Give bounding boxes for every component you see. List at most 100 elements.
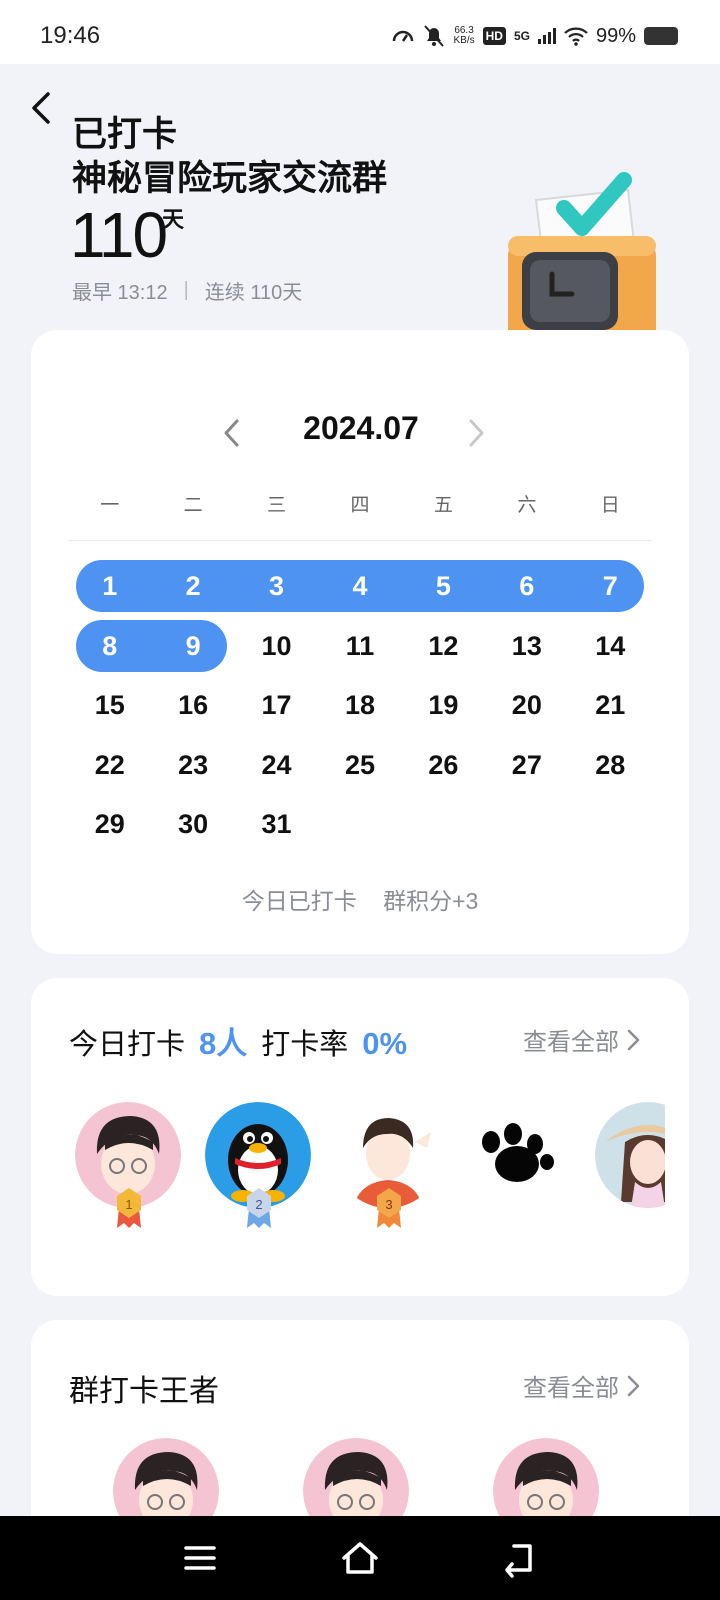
calendar-empty-cell <box>402 798 485 858</box>
calendar-divider <box>68 540 652 541</box>
weekday-label: 四 <box>350 495 370 516</box>
calendar-day[interactable]: 30 <box>151 798 234 858</box>
rank-medal-bronze-icon: 3 <box>377 1188 401 1228</box>
calendar-week-row: 1234567 <box>68 560 652 620</box>
group-points: 群积分+3 <box>383 888 479 914</box>
sub-info-separator: | <box>183 279 189 301</box>
calendar-day[interactable]: 7 <box>569 560 652 620</box>
member-avatar-item[interactable] <box>595 1102 665 1232</box>
avatar <box>595 1102 665 1208</box>
signal-bars-icon <box>537 28 556 44</box>
weekday-label: 一 <box>100 495 120 516</box>
earliest-time: 最早 13:12 <box>72 282 168 304</box>
calendar-day[interactable]: 22 <box>68 739 151 799</box>
calendar-week-row: 8 9 10 11 12 13 14 <box>68 619 652 680</box>
calendar-day[interactable]: 9 <box>151 620 234 680</box>
checkin-rate-label: 打卡率 <box>261 1029 349 1061</box>
calendar-day[interactable]: 20 <box>485 679 568 739</box>
home-icon[interactable] <box>340 1538 380 1578</box>
status-icons: 66.3 KB/s HD 5G 99% <box>391 24 678 48</box>
calendar-day[interactable]: 5 <box>402 560 485 620</box>
calendar-day[interactable]: 19 <box>402 679 485 739</box>
today-avatar-row: 1 2 3 <box>75 1102 665 1232</box>
calendar-empty-cell <box>485 798 568 858</box>
calendar-day[interactable]: 13 <box>485 620 568 680</box>
calendar-week-row: 22 23 24 25 26 27 28 <box>68 739 652 799</box>
member-avatar-item[interactable]: 3 <box>335 1102 441 1232</box>
back-arrow-icon[interactable] <box>24 88 64 128</box>
member-avatar-item[interactable] <box>465 1102 571 1232</box>
battery-percent: 99% <box>595 24 636 47</box>
status-bar: 19:46 66.3 KB/s HD 5G 99% <box>0 0 720 64</box>
calendar-grid: 1 2 3 4 5 6 7 8 9 10 11 12 13 14 15 16 17 18 19 20 21 22 23 24 2… <box>68 560 652 858</box>
calendar-day[interactable]: 12 <box>402 620 485 680</box>
avatar <box>465 1102 571 1208</box>
calendar-day[interactable]: 6 <box>485 560 568 620</box>
calendar-week-row: 29 30 31 <box>68 798 652 858</box>
calendar-day[interactable]: 14 <box>569 620 652 680</box>
calendar-day[interactable]: 2 <box>151 560 234 620</box>
calendar-day[interactable]: 4 <box>318 560 401 620</box>
weekday-header: 一 二 三 四 五 六 日 <box>68 490 652 517</box>
signal-5g-icon: 5G <box>513 29 530 43</box>
calendar-day[interactable]: 24 <box>235 739 318 799</box>
checkin-days: 110 <box>70 199 168 271</box>
back-icon[interactable] <box>500 1538 540 1578</box>
calendar-day[interactable]: 29 <box>68 798 151 858</box>
checkin-days-unit: 天 <box>162 207 185 232</box>
view-all-label: 查看全部 <box>523 1375 619 1402</box>
calendar-day[interactable]: 1 <box>68 560 151 620</box>
rank-number: 2 <box>255 1197 262 1212</box>
network-speed: 66.3 KB/s <box>453 25 475 46</box>
calendar-day[interactable]: 31 <box>235 798 318 858</box>
calendar-day[interactable]: 8 <box>68 620 151 680</box>
battery-icon <box>644 27 678 45</box>
calendar-day[interactable]: 26 <box>402 739 485 799</box>
calendar-day[interactable]: 11 <box>318 620 401 680</box>
menu-icon[interactable] <box>180 1538 220 1578</box>
status-time: 19:46 <box>40 22 101 49</box>
rank-medal-silver-icon: 2 <box>247 1188 271 1228</box>
today-checkin-card: 今日打卡 8人 打卡率 0% 查看全部 1 2 3 <box>31 978 689 1296</box>
calendar-footer: 今日已打卡 群积分+3 <box>31 882 689 916</box>
today-checkin-status: 今日已打卡 <box>241 888 357 914</box>
view-all-label: 查看全部 <box>523 1029 619 1056</box>
calendar-empty-cell <box>318 798 401 858</box>
rank-medal-gold-icon: 1 <box>117 1188 141 1228</box>
prev-month-icon[interactable] <box>217 416 247 450</box>
calendar-day[interactable]: 3 <box>235 560 318 620</box>
calendar-day[interactable]: 21 <box>569 679 652 739</box>
calendar-month: 2024.07 <box>303 410 419 446</box>
weekday-label: 三 <box>267 495 287 516</box>
calendar-week-row: 15 16 17 18 19 20 21 <box>68 679 652 739</box>
calendar-day[interactable]: 25 <box>318 739 401 799</box>
checkin-kings-title: 群打卡王者 <box>69 1375 219 1408</box>
calendar-day[interactable]: 15 <box>68 679 151 739</box>
hd-icon: HD <box>482 27 506 45</box>
calendar-day[interactable]: 18 <box>318 679 401 739</box>
mute-bell-icon <box>424 25 445 47</box>
calendar-day[interactable]: 27 <box>485 739 568 799</box>
weekday-label: 六 <box>517 495 537 516</box>
next-month-icon[interactable] <box>461 416 491 450</box>
weekday-label: 二 <box>183 495 203 516</box>
calendar-card: 2024.07 一 二 三 四 五 六 日 1 2 3 4 5 6 7 8 9 10 11 12 13 1… <box>31 330 689 954</box>
checkin-sub-info: 最早 13:12 | 连续 110天 <box>72 276 302 305</box>
today-checkin-title: 今日打卡 8人 打卡率 0% <box>69 1018 407 1063</box>
member-avatar-item[interactable]: 1 <box>75 1102 181 1232</box>
kings-view-all-button[interactable]: 查看全部 <box>523 1368 641 1403</box>
calendar-day[interactable]: 16 <box>151 679 234 739</box>
weekday-label: 五 <box>433 495 453 516</box>
today-checkin-count: 8人 <box>199 1026 248 1061</box>
rank-number: 1 <box>125 1197 132 1212</box>
today-checkin-label: 今日打卡 <box>69 1029 186 1061</box>
today-view-all-button[interactable]: 查看全部 <box>523 1022 641 1057</box>
member-avatar-item[interactable]: 2 <box>205 1102 311 1232</box>
calendar-empty-cell <box>569 798 652 858</box>
calendar-day[interactable]: 10 <box>235 620 318 680</box>
calendar-day[interactable]: 23 <box>151 739 234 799</box>
group-name: 神秘冒险玩家交流群 <box>72 159 388 198</box>
chevron-right-icon <box>627 1375 640 1396</box>
calendar-day[interactable]: 28 <box>569 739 652 799</box>
calendar-day[interactable]: 17 <box>235 679 318 739</box>
